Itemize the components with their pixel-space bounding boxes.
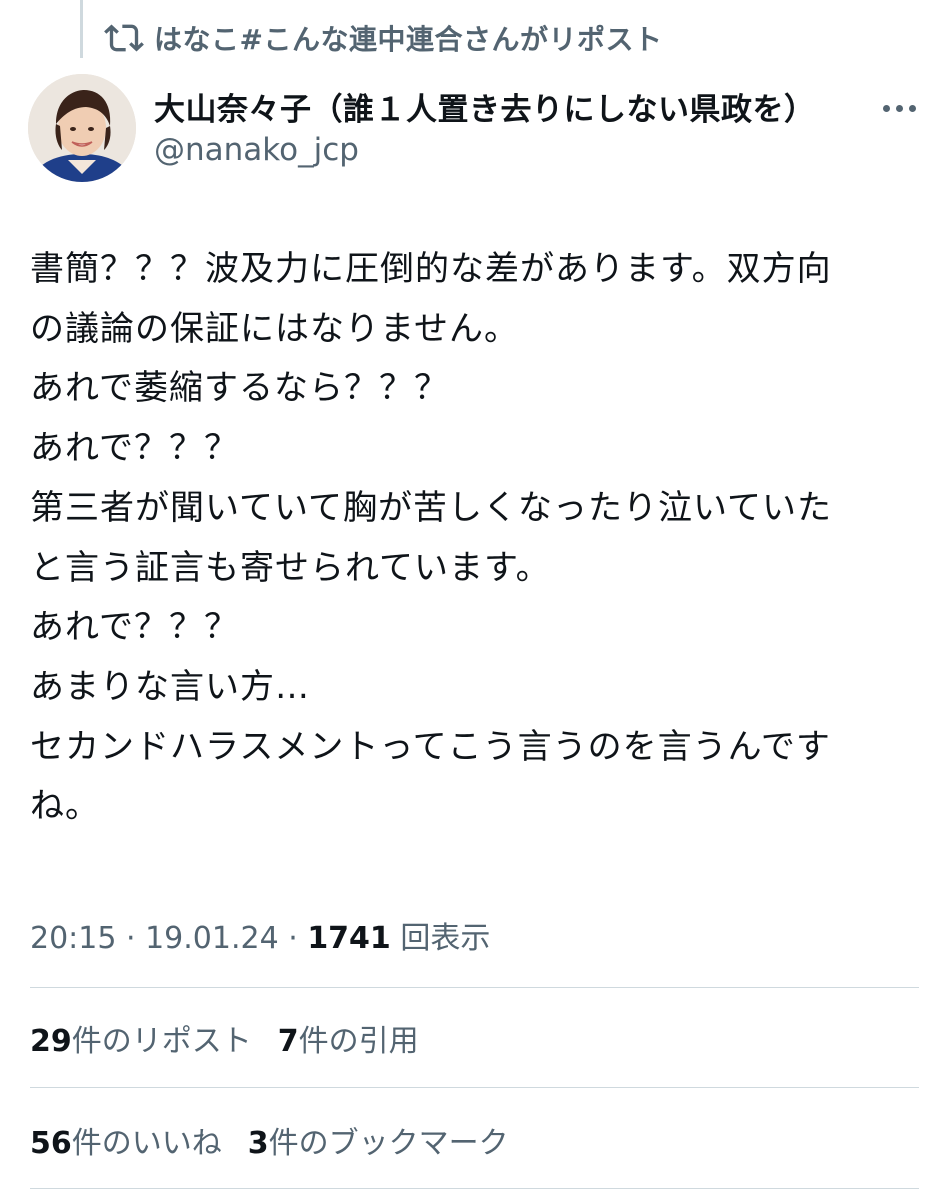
tweet-text: 書簡？？？波及力に圧倒的な差があります。双方向 の議論の保証にはなりません。 あ… [30,240,930,837]
bookmarks-label: 件のブックマーク [268,1126,509,1161]
more-options-button[interactable] [876,88,922,128]
tweet-line: 第三者が聞いていて胸が苦しくなったり泣いていた [30,487,832,528]
bookmarks-stat[interactable]: 3件のブックマーク [248,1118,509,1162]
tweet-line: ね。 [30,786,100,827]
tweet-line: あれで？？？ [30,428,239,469]
tweet-line: の議論の保証にはなりません。 [30,308,519,349]
stats-row-reposts: 29件のリポスト 7件の引用 [30,1016,419,1060]
more-dot-icon [895,104,903,112]
stats-row-likes: 56件のいいね 3件のブックマーク [30,1118,509,1162]
tweet-meta: 20:15 · 19.01.24 · 1741 回表示 [30,913,490,957]
meta-separator: · [126,921,146,956]
views-label: 回表示 [400,921,491,956]
author-handle[interactable]: @nanako_jcp [154,132,359,168]
likes-count: 56 [30,1126,72,1161]
tweet-line: あれで萎縮するなら？？？ [30,368,449,409]
tweet-line: あまりな言い方… [30,666,310,707]
reposts-stat[interactable]: 29件のリポスト [30,1016,252,1060]
more-dot-icon [908,104,916,112]
author-display-name[interactable]: 大山奈々子（誰１人置き去りにしない県政を） [154,84,816,129]
tweet-line: と言う証言も寄せられています。 [30,547,551,588]
reposts-label: 件のリポスト [71,1024,252,1059]
tweet-line: あれで？？？ [30,607,239,648]
reposts-count: 29 [30,1024,72,1059]
likes-label: 件のいいね [71,1126,222,1161]
quotes-count: 7 [277,1024,299,1059]
thread-connector-line [80,0,83,58]
repost-context[interactable]: はなこ#こんな連中連合さんがリポスト [104,16,662,60]
tweet-line: 書簡？？？波及力に圧倒的な差があります。双方向 [30,249,832,289]
likes-stat[interactable]: 56件のいいね [30,1118,222,1162]
quotes-label: 件の引用 [298,1024,419,1059]
tweet-line: セカンドハラスメントってこう言うのを言うんです [30,726,831,767]
views-count: 1741 [307,921,391,956]
more-dot-icon [882,104,890,112]
tweet-date[interactable]: 19.01.24 [145,921,279,956]
meta-separator: · [288,921,308,956]
tweet-time[interactable]: 20:15 [30,921,116,956]
quotes-stat[interactable]: 7件の引用 [278,1016,419,1060]
repost-icon [104,24,144,52]
avatar-photo [28,74,136,182]
divider [30,987,919,988]
divider [30,1188,919,1189]
bookmarks-count: 3 [247,1126,269,1161]
divider [30,1087,919,1088]
avatar[interactable] [28,74,136,182]
repost-label: はなこ#こんな連中連合さんがリポスト [154,23,663,56]
